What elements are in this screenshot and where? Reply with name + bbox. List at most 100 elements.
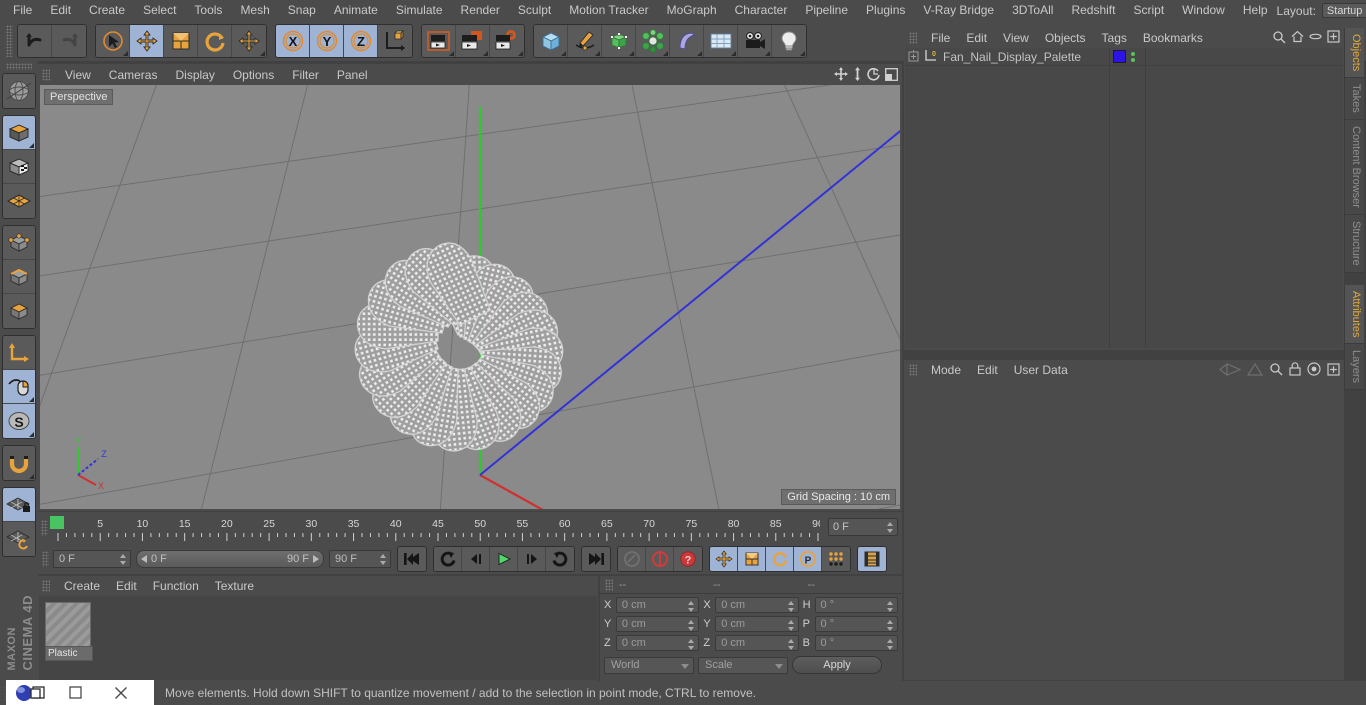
menu-item-select[interactable]: Select	[134, 0, 185, 21]
object-row-fan-nail-display-palette[interactable]: 0 Fan_Nail_Display_Palette	[905, 48, 1343, 66]
tab-attributes[interactable]: Attributes	[1344, 284, 1364, 345]
menu-item-mesh[interactable]: Mesh	[231, 0, 278, 21]
position-key-button[interactable]	[710, 547, 738, 571]
object-tree[interactable]: 0 Fan_Nail_Display_Palette	[905, 48, 1343, 348]
attributes-content[interactable]	[905, 380, 1343, 678]
coordinates-grip[interactable]	[605, 578, 613, 591]
coordinate-system-dropdown[interactable]: World	[604, 656, 694, 674]
redo-button[interactable]	[52, 25, 86, 57]
material-swatch-plastic[interactable]: Plastic	[45, 602, 93, 661]
coord-size-y-spinner[interactable]	[787, 620, 795, 631]
play-button[interactable]	[490, 547, 518, 571]
scale-tool-button[interactable]	[164, 25, 198, 57]
menu-item-snap[interactable]: Snap	[279, 0, 325, 21]
orbit-icon[interactable]	[867, 67, 881, 81]
pan-icon[interactable]	[834, 67, 848, 81]
move-tool-alt-button[interactable]	[232, 25, 266, 57]
viewport-menu-view[interactable]: View	[56, 68, 100, 82]
plus-box-icon[interactable]	[1327, 30, 1340, 43]
rotate-tool-button[interactable]	[198, 25, 232, 57]
object-visibility-dots[interactable]	[1131, 51, 1135, 62]
object-menu-bookmarks[interactable]: Bookmarks	[1135, 31, 1211, 45]
attributes-menu-user-data[interactable]: User Data	[1006, 363, 1076, 377]
menu-item-render[interactable]: Render	[452, 0, 509, 21]
menu-item-create[interactable]: Create	[80, 0, 134, 21]
mode-right-icon[interactable]	[1247, 362, 1263, 376]
maximize-icon[interactable]	[885, 67, 898, 81]
material-list[interactable]: Plastic	[39, 596, 597, 680]
scale-key-button[interactable]	[738, 547, 766, 571]
viewport-menu-options[interactable]: Options	[224, 68, 283, 82]
mode-left-icon[interactable]	[1219, 362, 1241, 376]
lock-icon[interactable]	[1289, 362, 1301, 376]
next-keyframe-button[interactable]	[546, 547, 574, 571]
rotation-key-button[interactable]	[766, 547, 794, 571]
transform-mode-dropdown[interactable]: Scale	[698, 656, 788, 674]
axis-x-button[interactable]: X	[276, 25, 310, 57]
expand-plus-icon[interactable]	[907, 50, 920, 63]
prev-keyframe-button[interactable]	[434, 547, 462, 571]
object-color-swatch[interactable]	[1113, 50, 1126, 63]
left-toolbar-grip[interactable]	[6, 63, 32, 70]
material-menu-edit[interactable]: Edit	[108, 579, 145, 593]
add-generator-button[interactable]	[602, 25, 636, 57]
object-menu-view[interactable]: View	[995, 31, 1037, 45]
attributes-menu-edit[interactable]: Edit	[969, 363, 1006, 377]
menu-item-file[interactable]: File	[4, 0, 41, 21]
menu-item-script[interactable]: Script	[1124, 0, 1173, 21]
add-bend-button[interactable]	[670, 25, 704, 57]
range-right-arrow-icon[interactable]	[313, 555, 319, 563]
material-menu-function[interactable]: Function	[145, 579, 207, 593]
menu-item-window[interactable]: Window	[1173, 0, 1234, 21]
apply-button[interactable]: Apply	[792, 656, 882, 674]
autokeying-button[interactable]	[646, 547, 674, 571]
sidebar-item-texture-axis-mode[interactable]	[3, 74, 35, 108]
sidebar-item-snap[interactable]	[3, 446, 35, 480]
keyframe-selection-button[interactable]: ?	[674, 547, 702, 571]
sidebar-item-edge-mode[interactable]	[3, 260, 35, 294]
max-frame-spinner[interactable]	[380, 554, 387, 565]
search-icon[interactable]	[1269, 362, 1283, 376]
coord-rot-h-spinner[interactable]	[886, 601, 894, 612]
object-menu-tags[interactable]: Tags	[1094, 31, 1135, 45]
record-active-objects-button[interactable]	[618, 547, 646, 571]
coord-pos-z-spinner[interactable]	[688, 639, 695, 650]
coord-size-x-input[interactable]: 0 cm	[715, 597, 799, 613]
menu-item-pipeline[interactable]: Pipeline	[796, 0, 857, 21]
coord-pos-y-spinner[interactable]	[688, 620, 695, 631]
add-light-button[interactable]	[772, 25, 806, 57]
menu-item-edit[interactable]: Edit	[41, 0, 80, 21]
axis-z-button[interactable]: Z	[344, 25, 378, 57]
step-back-frame-button[interactable]	[462, 547, 490, 571]
menu-item-vray-bridge[interactable]: V-Ray Bridge	[914, 0, 1003, 21]
object-menu-objects[interactable]: Objects	[1037, 31, 1094, 45]
coord-size-y-input[interactable]: 0 cm	[715, 616, 799, 632]
attributes-menu-grip[interactable]	[909, 363, 917, 376]
coord-pos-x-spinner[interactable]	[688, 601, 695, 612]
sidebar-item-object-mode[interactable]	[3, 116, 35, 150]
menu-item-motion-tracker[interactable]: Motion Tracker	[560, 0, 657, 21]
timeline-grip[interactable]	[41, 520, 48, 536]
coord-pos-y-input[interactable]: 0 cm	[615, 616, 700, 632]
viewport-menu-cameras[interactable]: Cameras	[100, 68, 167, 82]
timeline-ruler[interactable]: 051015202530354045505560657075808590	[50, 515, 820, 541]
object-menu-file[interactable]: File	[923, 31, 958, 45]
menu-item-character[interactable]: Character	[726, 0, 797, 21]
sidebar-item-workplane-reset[interactable]	[3, 522, 35, 556]
current-frame-marker[interactable]	[50, 516, 64, 529]
viewport-menu-filter[interactable]: Filter	[283, 68, 328, 82]
viewport-menu-grip[interactable]	[42, 68, 50, 81]
menu-item-simulate[interactable]: Simulate	[387, 0, 452, 21]
maximize-button[interactable]	[52, 680, 98, 705]
home-icon[interactable]	[1291, 30, 1304, 43]
live-selection-button[interactable]	[96, 25, 130, 57]
move-tool-button[interactable]	[130, 25, 164, 57]
viewport-menu-panel[interactable]: Panel	[328, 68, 377, 82]
timeline-frame-spinner[interactable]	[887, 522, 894, 533]
coord-rot-h-input[interactable]: 0 °	[814, 597, 898, 613]
sidebar-item-enable-axis-mouse[interactable]	[3, 370, 35, 404]
sidebar-item-soft-selection[interactable]: S	[3, 404, 35, 438]
coord-rot-p-input[interactable]: 0 °	[814, 616, 898, 632]
viewport-menu-display[interactable]: Display	[166, 68, 223, 82]
tab-objects[interactable]: Objects	[1344, 28, 1364, 79]
